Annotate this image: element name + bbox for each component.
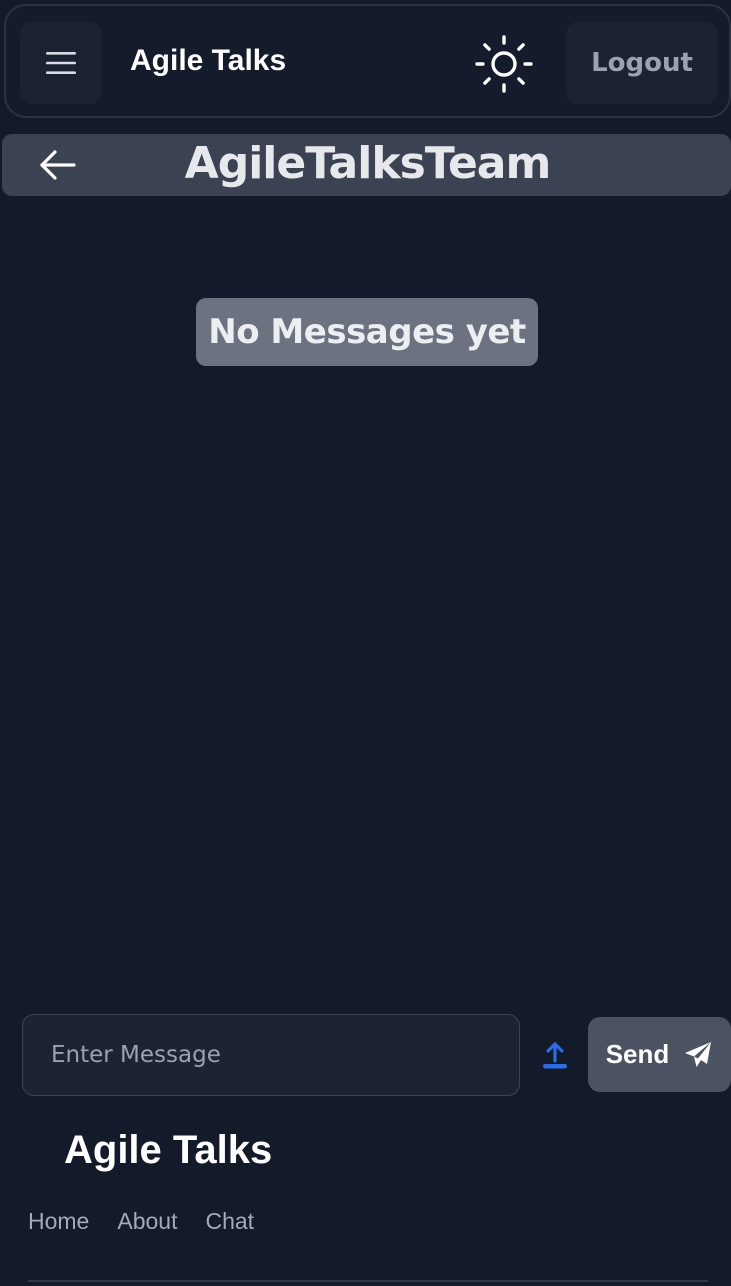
- chat-page: Agile Talks Logout AgileTalksTeam No Mes…: [0, 0, 731, 1286]
- arrow-left-icon: [40, 150, 76, 180]
- footer-brand: Agile Talks: [64, 1128, 273, 1172]
- upload-icon: [543, 1042, 567, 1069]
- send-button[interactable]: Send: [588, 1017, 731, 1092]
- footer-link-about[interactable]: About: [117, 1208, 177, 1235]
- chat-header: AgileTalksTeam: [2, 134, 731, 196]
- menu-icon: [46, 52, 76, 74]
- menu-button[interactable]: [20, 22, 102, 104]
- back-button[interactable]: [36, 144, 80, 186]
- message-input[interactable]: [22, 1014, 520, 1096]
- navbar-brand[interactable]: Agile Talks: [130, 44, 286, 78]
- footer-link-home[interactable]: Home: [28, 1208, 89, 1235]
- chat-title: AgileTalksTeam: [184, 138, 552, 189]
- logout-button[interactable]: Logout: [566, 22, 718, 104]
- paper-plane-icon: [685, 1041, 712, 1067]
- footer-link-chat[interactable]: Chat: [205, 1208, 254, 1235]
- no-messages-badge: No Messages yet: [196, 298, 538, 366]
- upload-button[interactable]: [536, 1036, 574, 1074]
- top-navbar: Agile Talks Logout: [4, 4, 731, 118]
- theme-toggle-button[interactable]: [472, 32, 536, 96]
- footer-links: Home About Chat: [28, 1208, 254, 1235]
- footer-divider: [28, 1280, 708, 1282]
- sun-icon: [475, 35, 533, 93]
- send-label: Send: [605, 1039, 670, 1069]
